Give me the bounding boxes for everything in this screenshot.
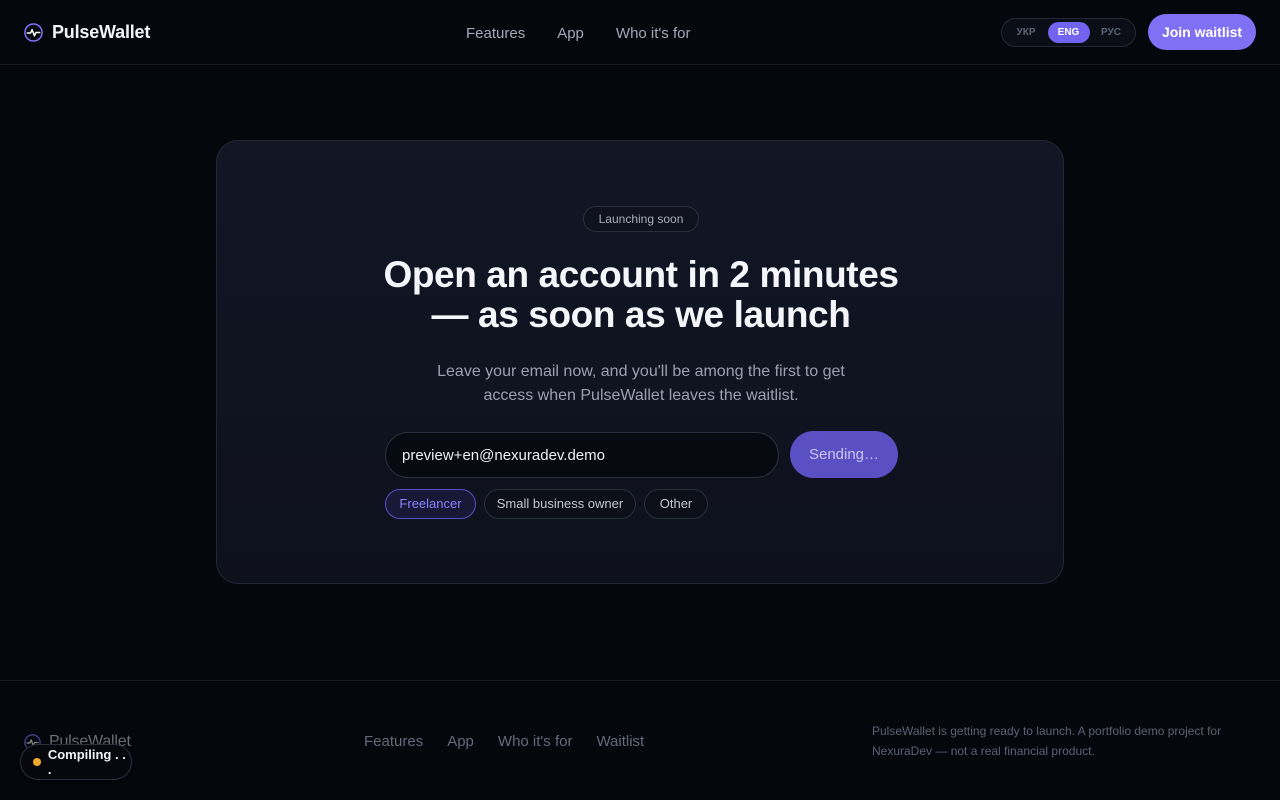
nav-link-app[interactable]: App [557,25,584,42]
language-option-eng[interactable]: ENG [1047,22,1090,43]
language-option-ukr[interactable]: УКР [1005,22,1047,43]
hero-headline-line-1: Open an account in 2 minutes [383,254,899,295]
footer-link-waitlist[interactable]: Waitlist [596,733,644,753]
submit-button[interactable]: Sending… [790,431,898,478]
email-field[interactable] [385,432,779,478]
hero-subtitle: Leave your email now, and you'll be amon… [437,363,845,404]
waitlist-card: Launching soon Open an account in 2 minu… [216,140,1064,584]
site-footer: PulseWallet Features App Who it's for Wa… [0,680,1280,800]
brand-name: PulseWallet [52,21,151,42]
nav-link-who-its-for[interactable]: Who it's for [616,25,691,42]
footer-link-features[interactable]: Features [364,733,423,753]
role-option-freelancer[interactable]: Freelancer [385,489,476,519]
footer-link-who-its-for[interactable]: Who it's for [498,733,573,753]
hero-headline: Open an account in 2 minutes — as soon a… [217,255,1065,335]
language-option-rus[interactable]: РУС [1090,22,1132,43]
status-dot-icon [33,758,41,766]
main-nav: Features App Who it's for [466,22,690,44]
brand-logo[interactable]: PulseWallet [24,20,150,44]
launching-soon-badge: Launching soon [583,206,699,232]
role-option-other[interactable]: Other [644,489,708,519]
footer-link-app[interactable]: App [447,733,474,753]
language-switcher: УКР ENG РУС [1001,18,1136,47]
site-header: PulseWallet Features App Who it's for УК… [0,0,1280,65]
footer-disclaimer: PulseWallet is getting ready to launch. … [872,724,1222,758]
compiling-status-toast[interactable]: Compiling . . . [20,744,132,780]
join-waitlist-button[interactable]: Join waitlist [1148,14,1256,50]
nav-link-features[interactable]: Features [466,25,525,42]
pulse-icon [24,22,43,42]
hero-headline-line-2: — as soon as we launch [431,294,851,335]
compiling-label: Compiling . . . [47,747,126,777]
footer-nav: Features App Who it's for Waitlist [364,733,644,753]
role-option-small-business-owner[interactable]: Small business owner [484,489,636,519]
